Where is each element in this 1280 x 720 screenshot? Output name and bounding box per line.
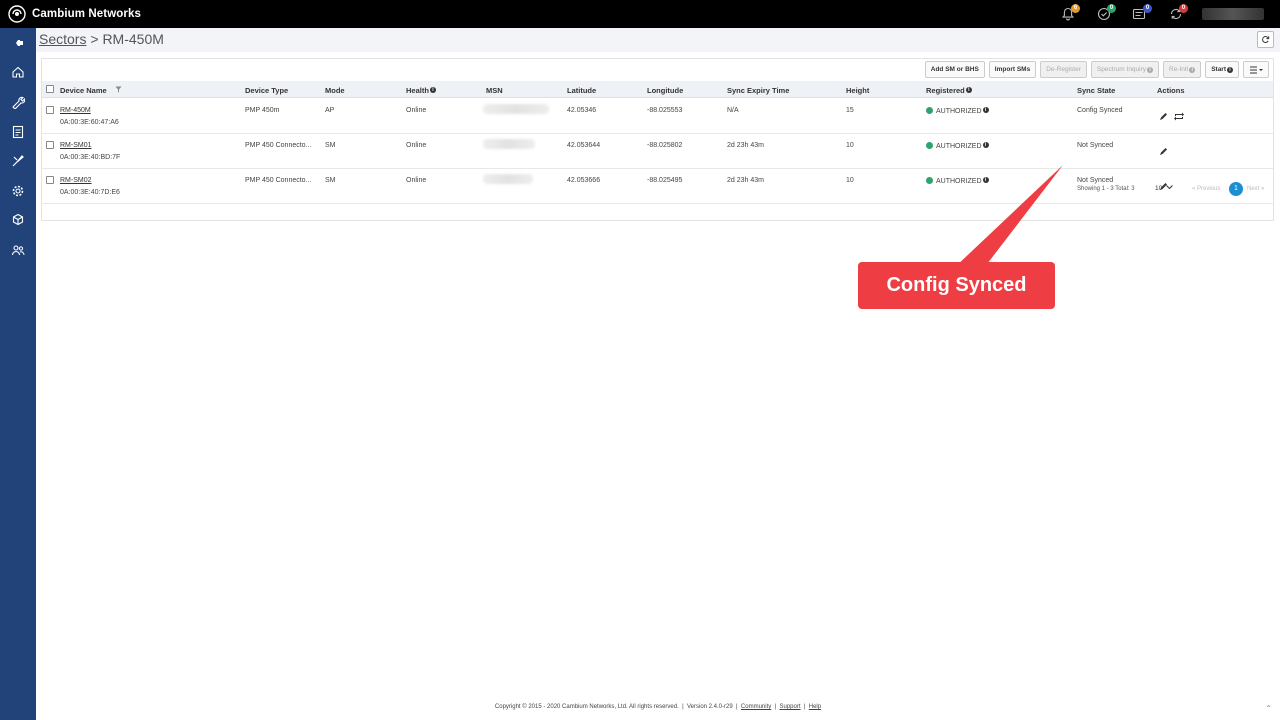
help-link[interactable]: Help: [809, 704, 821, 710]
footer: Copyright © 2015 - 2020 Cambium Networks…: [494, 704, 822, 710]
community-link[interactable]: Community: [741, 704, 771, 710]
sidebar-item-home[interactable]: [0, 58, 36, 88]
sidebar-item-settings[interactable]: [0, 176, 36, 206]
config-icon: [12, 155, 24, 167]
sync-alert-icon[interactable]: 0: [1166, 4, 1188, 24]
check-badge: 0: [1107, 4, 1116, 13]
cambium-logo-icon: [8, 5, 26, 23]
top-bar: Cambium Networks 6 0 0 0: [0, 0, 1280, 28]
sync-badge: 0: [1179, 4, 1188, 13]
bell-badge: 6: [1071, 4, 1080, 13]
version-text: Version 2.4.0-r29: [686, 704, 733, 710]
sidebar-item-reports[interactable]: [0, 117, 36, 147]
sidebar-item-services[interactable]: [0, 206, 36, 236]
copyright-text: Copyright © 2015 - 2020 Cambium Networks…: [494, 704, 679, 710]
callout-pointer: [954, 165, 1063, 268]
sidebar-item-tools[interactable]: [0, 87, 36, 117]
pin-icon: [13, 39, 23, 46]
gear-icon: [12, 185, 24, 197]
cube-icon: [12, 214, 24, 226]
sidebar-item-configuration[interactable]: [0, 146, 36, 176]
sidebar-item-pin[interactable]: [0, 28, 36, 58]
support-link[interactable]: Support: [780, 704, 801, 710]
check-circle-icon[interactable]: 0: [1094, 4, 1116, 24]
sidebar: [0, 28, 36, 720]
brand[interactable]: Cambium Networks: [8, 5, 141, 23]
brand-name: Cambium Networks: [32, 8, 141, 20]
wrench-icon: [12, 96, 25, 109]
main-content: Sectors > RM-450M Add SM or BHS Import S…: [36, 28, 1280, 720]
scroll-top-icon[interactable]: ⌃: [1265, 704, 1272, 713]
bell-icon[interactable]: 6: [1058, 4, 1080, 24]
home-icon: [12, 67, 24, 78]
report-icon: [12, 125, 24, 138]
sidebar-item-users[interactable]: [0, 235, 36, 265]
callout-annotation: Config Synced: [858, 262, 1055, 309]
users-icon: [11, 245, 25, 256]
tasks-icon[interactable]: 0: [1130, 4, 1152, 24]
tasks-badge: 0: [1143, 4, 1152, 13]
user-menu[interactable]: [1202, 8, 1264, 20]
